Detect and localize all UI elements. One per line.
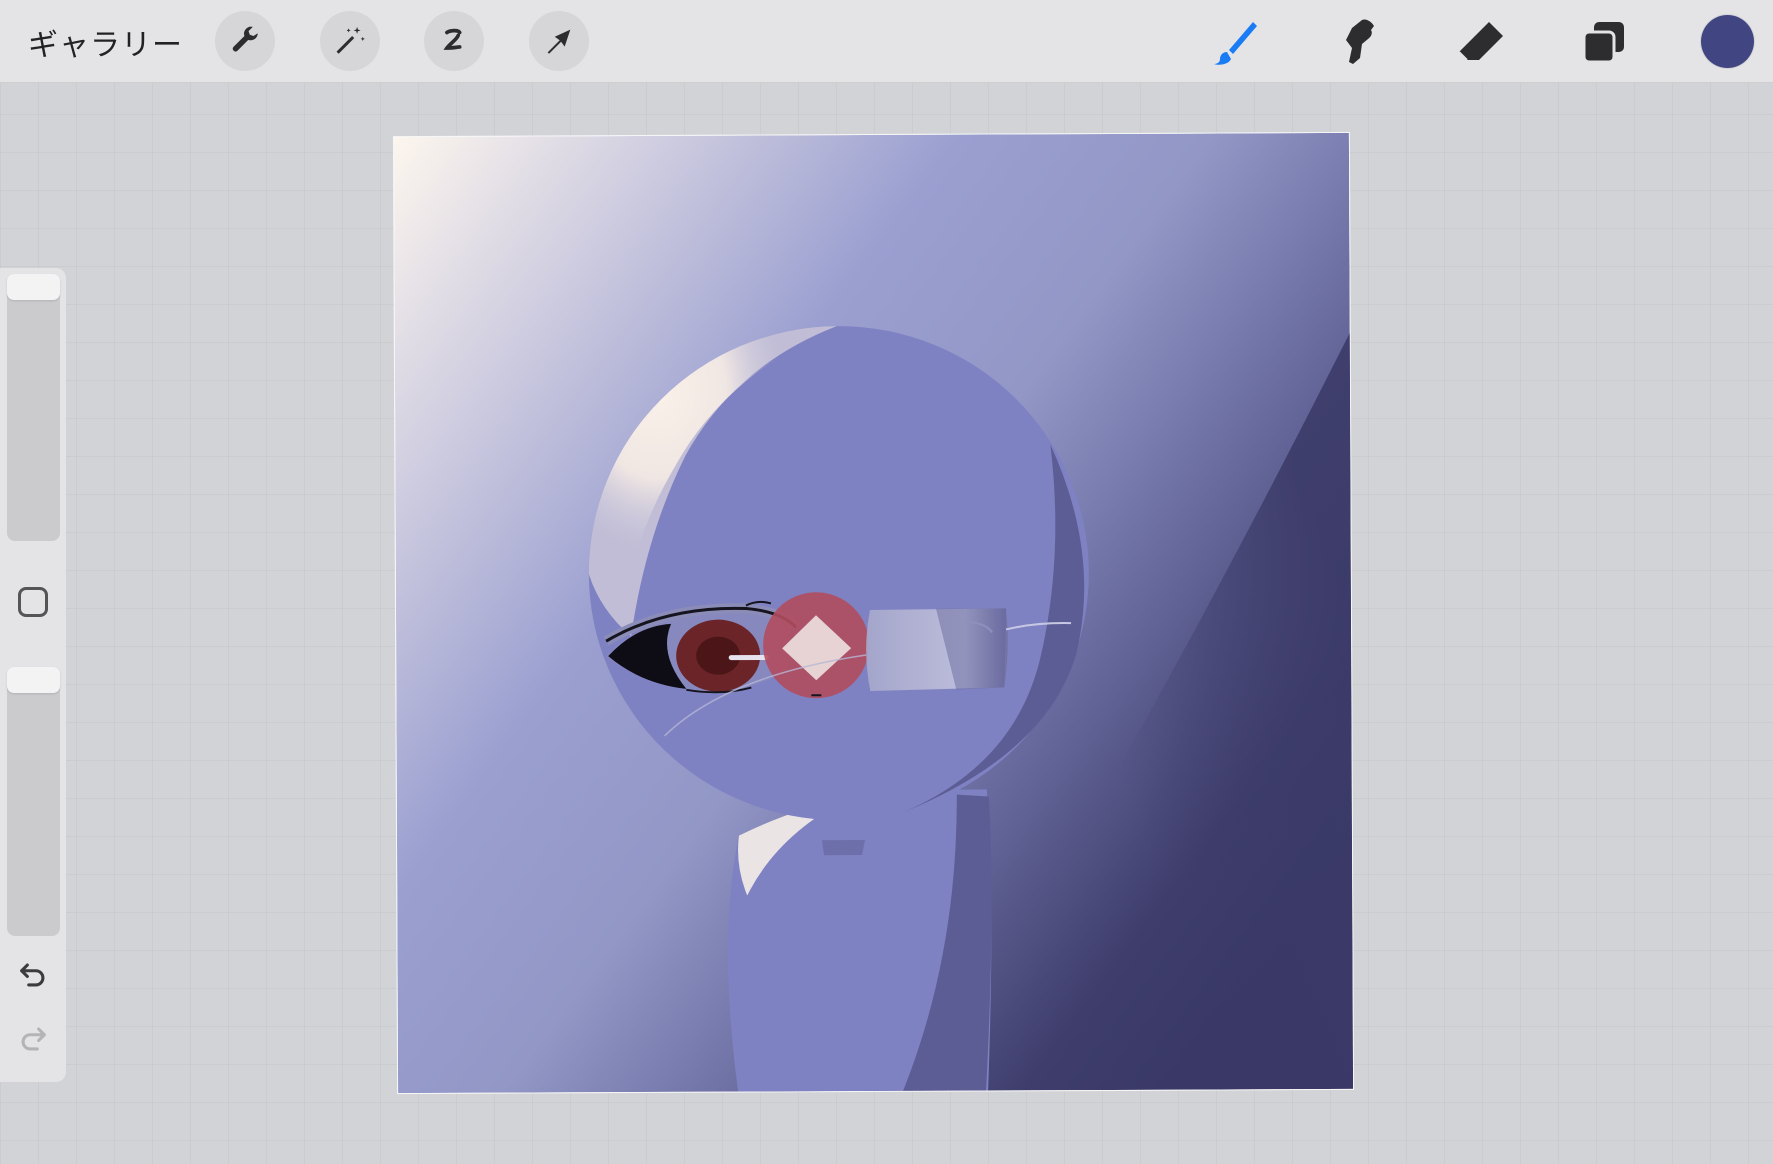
color-swatch[interactable] (1701, 15, 1754, 68)
layers-icon[interactable] (1576, 14, 1632, 70)
artwork (393, 132, 1354, 1094)
wrench-icon[interactable] (215, 11, 275, 71)
redo-icon[interactable] (16, 1022, 50, 1056)
eraser-icon[interactable] (1453, 14, 1509, 70)
opacity-slider[interactable] (7, 667, 60, 936)
brush-icon[interactable] (1207, 14, 1263, 70)
opacity-thumb[interactable] (7, 667, 60, 693)
magic-wand-icon[interactable] (320, 11, 380, 71)
smudge-icon[interactable] (1330, 14, 1386, 70)
transform-arrow-icon[interactable] (529, 11, 589, 71)
gallery-button[interactable]: ギャラリー (28, 20, 183, 64)
drawing-canvas[interactable] (393, 132, 1354, 1094)
brush-size-thumb[interactable] (7, 274, 60, 300)
selection-icon[interactable] (424, 11, 484, 71)
brush-size-slider[interactable] (7, 274, 60, 541)
modify-square-icon[interactable] (18, 587, 48, 617)
top-toolbar: ギャラリー (0, 0, 1773, 83)
undo-icon[interactable] (16, 958, 50, 992)
left-sidebar (0, 268, 66, 1082)
